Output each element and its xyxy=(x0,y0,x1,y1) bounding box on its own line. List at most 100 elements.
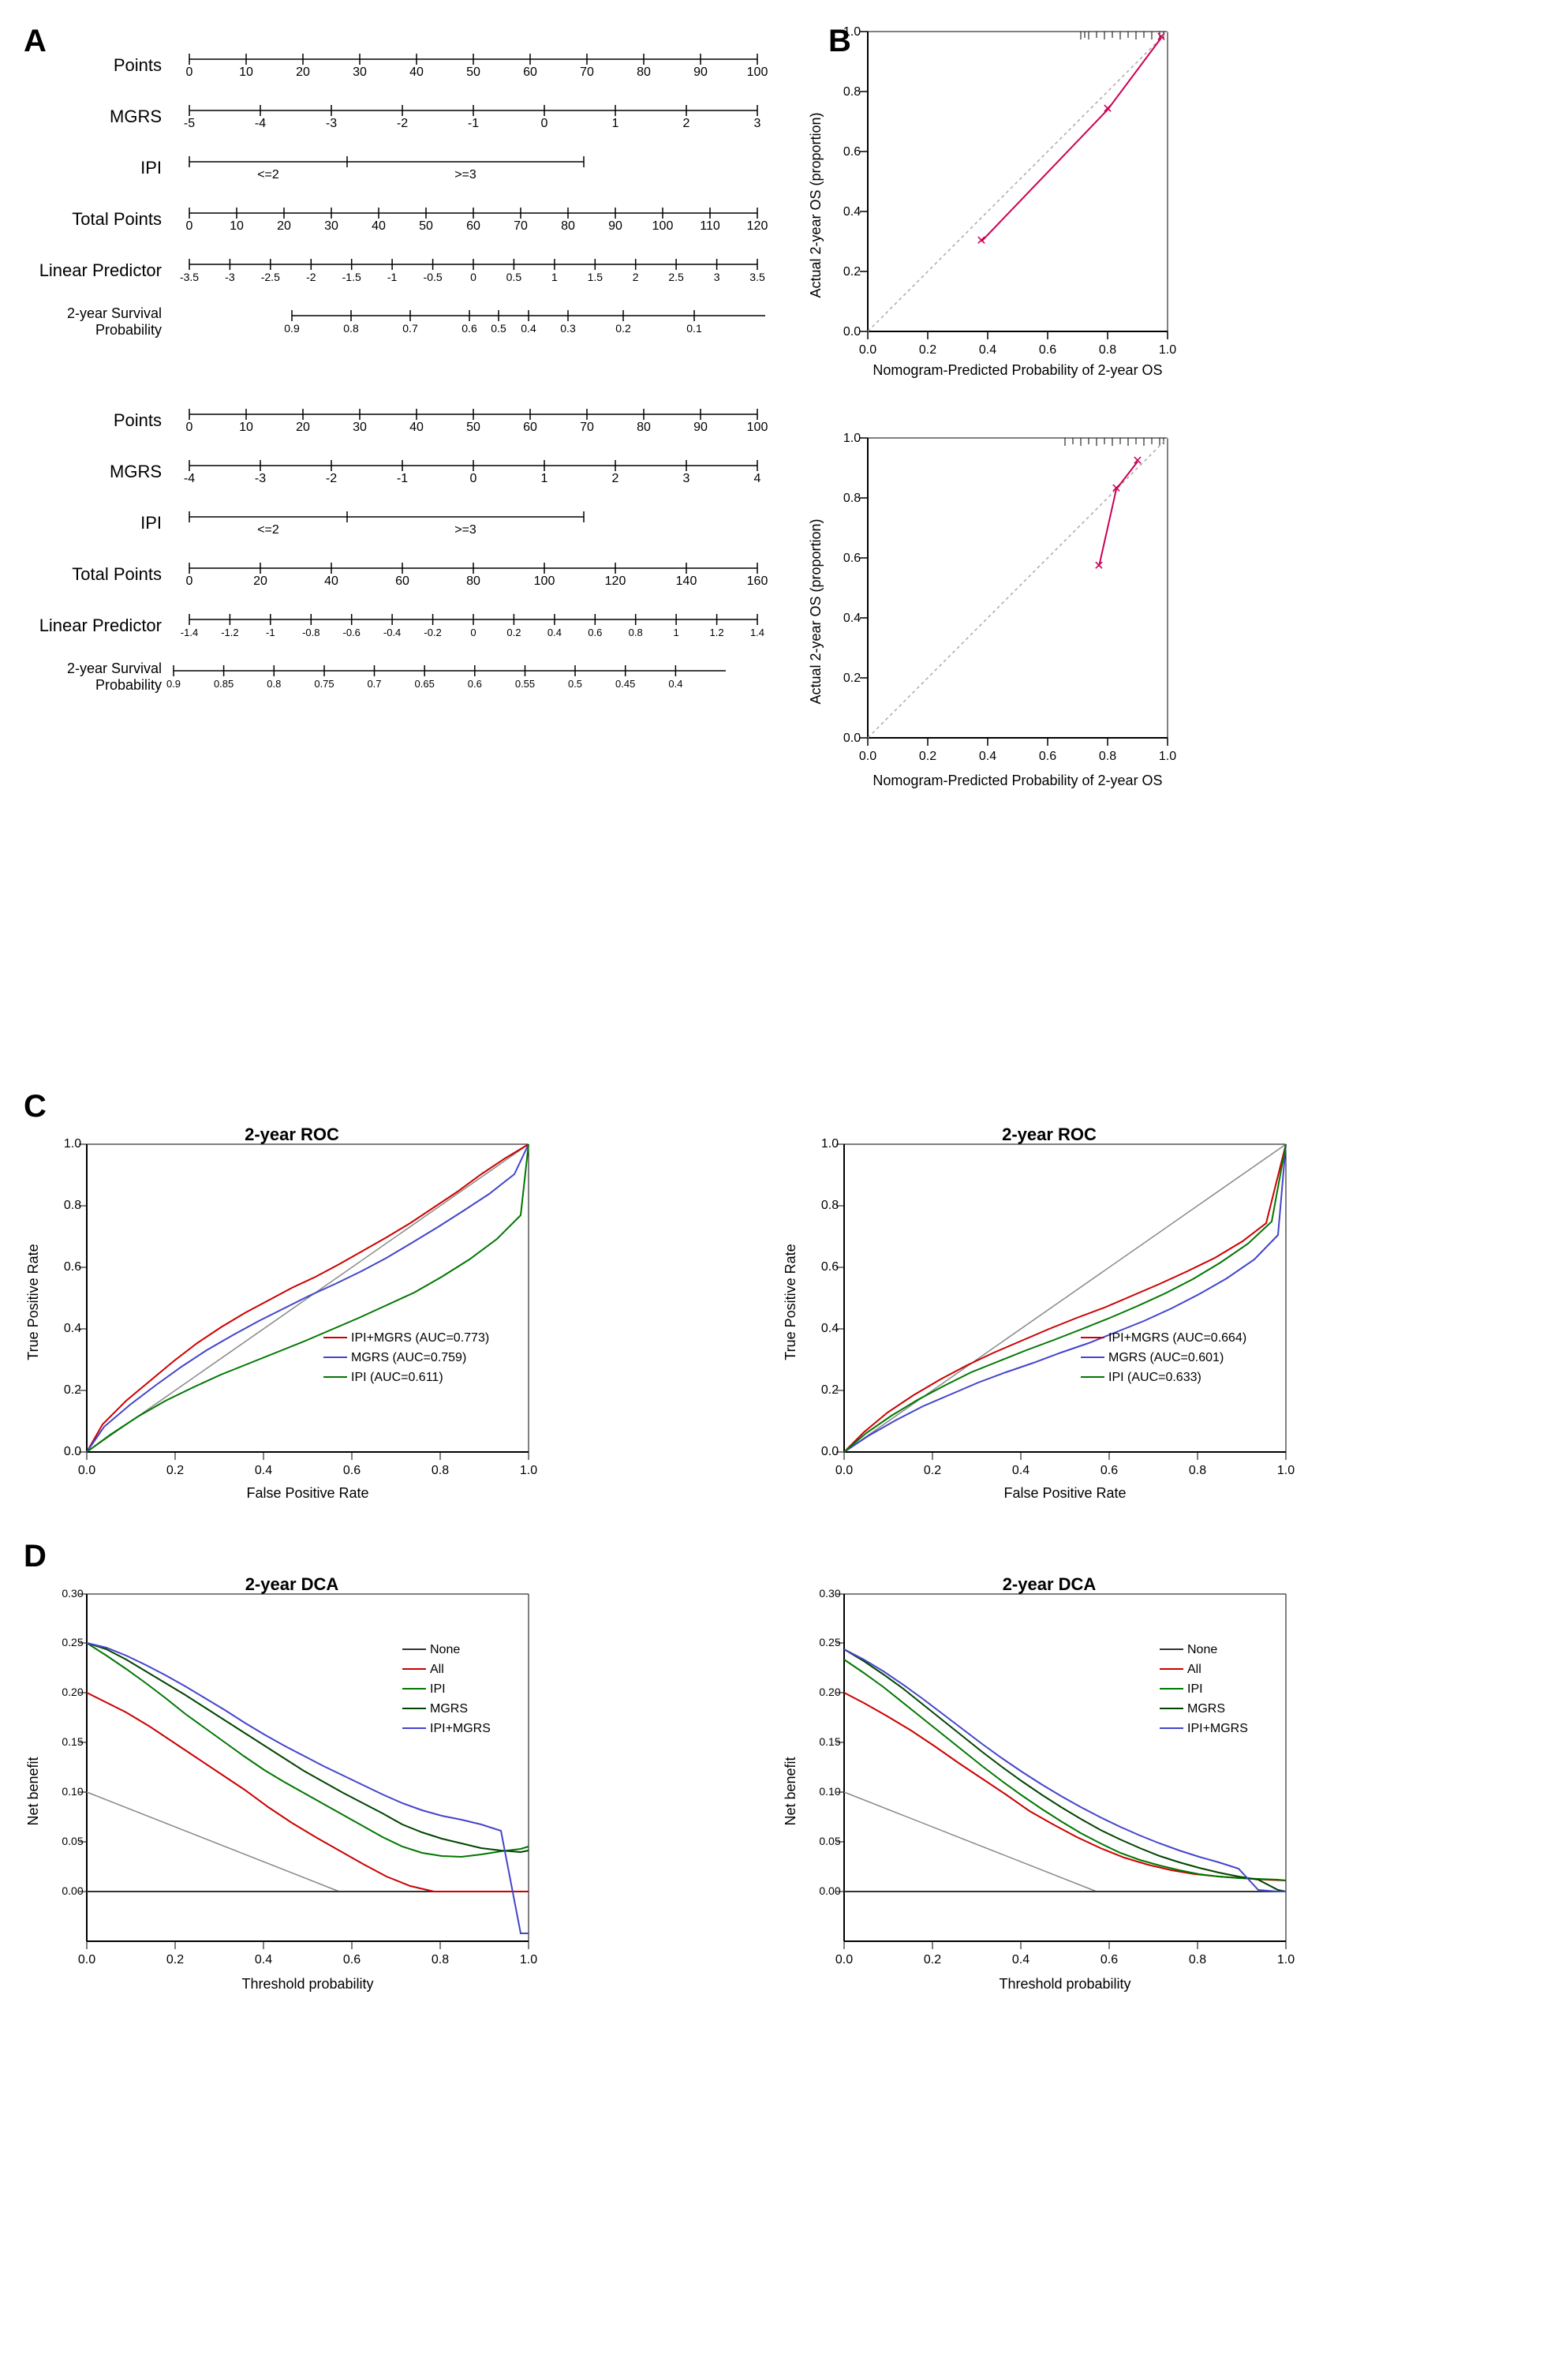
svg-text:3: 3 xyxy=(714,271,720,283)
svg-text:10: 10 xyxy=(230,219,244,233)
svg-text:0.7: 0.7 xyxy=(367,678,381,690)
svg-text:<=2: <=2 xyxy=(257,168,279,181)
svg-text:0.05: 0.05 xyxy=(819,1835,840,1847)
svg-text:-1: -1 xyxy=(397,472,408,485)
svg-text:IPI: IPI xyxy=(430,1682,446,1696)
svg-text:0.65: 0.65 xyxy=(415,678,435,690)
svg-text:1: 1 xyxy=(551,271,558,283)
nomo2-label-points: Points xyxy=(24,410,174,431)
svg-text:-1: -1 xyxy=(266,627,275,638)
nomo1-label-ipi: IPI xyxy=(24,158,174,178)
nomo1-row-mgrs: MGRS -5 -4 -3 -2 -1 0 1 2 3 xyxy=(24,99,773,134)
svg-text:0.20: 0.20 xyxy=(819,1686,840,1698)
svg-text:0: 0 xyxy=(186,421,193,434)
svg-text:120: 120 xyxy=(747,219,768,233)
svg-text:Nomogram-Predicted Probability: Nomogram-Predicted Probability of 2-year… xyxy=(873,773,1162,788)
svg-text:-2: -2 xyxy=(306,271,316,283)
svg-text:0.10: 0.10 xyxy=(819,1785,840,1798)
svg-text:0.4: 0.4 xyxy=(521,322,536,335)
svg-text:0.30: 0.30 xyxy=(62,1587,83,1600)
svg-text:2: 2 xyxy=(683,117,690,130)
svg-text:0.15: 0.15 xyxy=(819,1735,840,1748)
nomo1-label-points: Points xyxy=(24,55,174,76)
svg-text:-0.8: -0.8 xyxy=(302,627,320,638)
svg-text:0.0: 0.0 xyxy=(835,1953,853,1966)
svg-text:140: 140 xyxy=(676,574,697,588)
svg-text:✕: ✕ xyxy=(1132,455,1142,468)
svg-text:Actual 2-year OS (proportion): Actual 2-year OS (proportion) xyxy=(808,112,824,298)
svg-text:70: 70 xyxy=(580,65,594,79)
svg-text:0.2: 0.2 xyxy=(506,627,521,638)
svg-text:2-year DCA: 2-year DCA xyxy=(1003,1574,1097,1594)
svg-text:50: 50 xyxy=(466,421,480,434)
svg-text:IPI+MGRS (AUC=0.664): IPI+MGRS (AUC=0.664) xyxy=(1108,1331,1246,1345)
svg-text:1.0: 1.0 xyxy=(1159,343,1176,357)
svg-text:60: 60 xyxy=(523,65,537,79)
svg-text:None: None xyxy=(430,1643,460,1656)
calibration-plot-2: Actual 2-year OS (proportion) xyxy=(805,430,1530,797)
svg-text:-1: -1 xyxy=(468,117,479,130)
calibration-plot-1: Actual 2-year OS (proportion) xyxy=(805,24,1530,383)
svg-text:0.30: 0.30 xyxy=(819,1587,840,1600)
svg-text:MGRS: MGRS xyxy=(430,1702,468,1716)
svg-text:80: 80 xyxy=(561,219,575,233)
svg-text:40: 40 xyxy=(409,421,424,434)
nomo2-label-totalpoints: Total Points xyxy=(24,564,174,585)
svg-text:1.0: 1.0 xyxy=(520,1464,537,1477)
svg-text:0.4: 0.4 xyxy=(255,1464,272,1477)
svg-text:0.9: 0.9 xyxy=(166,678,181,690)
svg-text:0.00: 0.00 xyxy=(819,1884,840,1897)
svg-text:0.0: 0.0 xyxy=(835,1464,853,1477)
svg-text:-4: -4 xyxy=(184,472,195,485)
svg-text:-1.4: -1.4 xyxy=(181,627,198,638)
svg-text:0.8: 0.8 xyxy=(843,85,861,99)
svg-text:0.6: 0.6 xyxy=(462,322,477,335)
svg-text:✕: ✕ xyxy=(1102,103,1112,116)
svg-text:0.4: 0.4 xyxy=(547,627,562,638)
svg-text:50: 50 xyxy=(419,219,433,233)
svg-text:IPI+MGRS: IPI+MGRS xyxy=(1187,1722,1248,1735)
svg-text:-3: -3 xyxy=(326,117,337,130)
svg-text:90: 90 xyxy=(693,65,708,79)
svg-text:0.1: 0.1 xyxy=(686,322,702,335)
svg-text:80: 80 xyxy=(637,421,651,434)
svg-text:0.4: 0.4 xyxy=(979,343,996,357)
svg-text:0.2: 0.2 xyxy=(615,322,631,335)
svg-text:-0.2: -0.2 xyxy=(424,627,441,638)
nomo1-label-mgrs: MGRS xyxy=(24,107,174,127)
svg-text:100: 100 xyxy=(652,219,674,233)
svg-text:IPI (AUC=0.611): IPI (AUC=0.611) xyxy=(351,1371,443,1384)
svg-text:2: 2 xyxy=(633,271,639,283)
svg-text:2: 2 xyxy=(612,472,619,485)
svg-text:0.8: 0.8 xyxy=(1189,1953,1206,1966)
svg-text:0: 0 xyxy=(186,65,193,79)
svg-text:-2.5: -2.5 xyxy=(261,271,280,283)
svg-text:0.55: 0.55 xyxy=(515,678,535,690)
svg-text:1.0: 1.0 xyxy=(1159,750,1176,763)
svg-text:None: None xyxy=(1187,1643,1217,1656)
svg-text:20: 20 xyxy=(277,219,291,233)
nomo2-row-totalpoints: Total Points 0 20 40 60 80 100 120 140 1… xyxy=(24,556,773,592)
svg-text:0.6: 0.6 xyxy=(468,678,482,690)
svg-text:0.45: 0.45 xyxy=(615,678,635,690)
svg-text:-1.5: -1.5 xyxy=(342,271,361,283)
svg-text:0.8: 0.8 xyxy=(1189,1464,1206,1477)
svg-text:40: 40 xyxy=(372,219,386,233)
svg-text:0.2: 0.2 xyxy=(924,1953,941,1966)
svg-text:60: 60 xyxy=(395,574,409,588)
svg-text:0.2: 0.2 xyxy=(919,750,936,763)
svg-text:MGRS (AUC=0.601): MGRS (AUC=0.601) xyxy=(1108,1351,1224,1364)
svg-text:0.0: 0.0 xyxy=(78,1953,95,1966)
svg-text:0: 0 xyxy=(470,627,476,638)
nomo1-row-points: Points 0 10 20 30 40 50 60 70 80 9 xyxy=(24,47,773,83)
svg-text:>=3: >=3 xyxy=(454,523,476,537)
svg-text:0.5: 0.5 xyxy=(568,678,582,690)
svg-text:110: 110 xyxy=(700,219,720,233)
nomo2-row-ipi: IPI <=2 >=3 xyxy=(24,505,773,541)
svg-text:IPI: IPI xyxy=(1187,1682,1203,1696)
svg-text:0.00: 0.00 xyxy=(62,1884,83,1897)
svg-text:50: 50 xyxy=(466,65,480,79)
svg-text:0: 0 xyxy=(186,219,193,233)
svg-text:0.8: 0.8 xyxy=(432,1464,449,1477)
svg-text:0.20: 0.20 xyxy=(62,1686,83,1698)
